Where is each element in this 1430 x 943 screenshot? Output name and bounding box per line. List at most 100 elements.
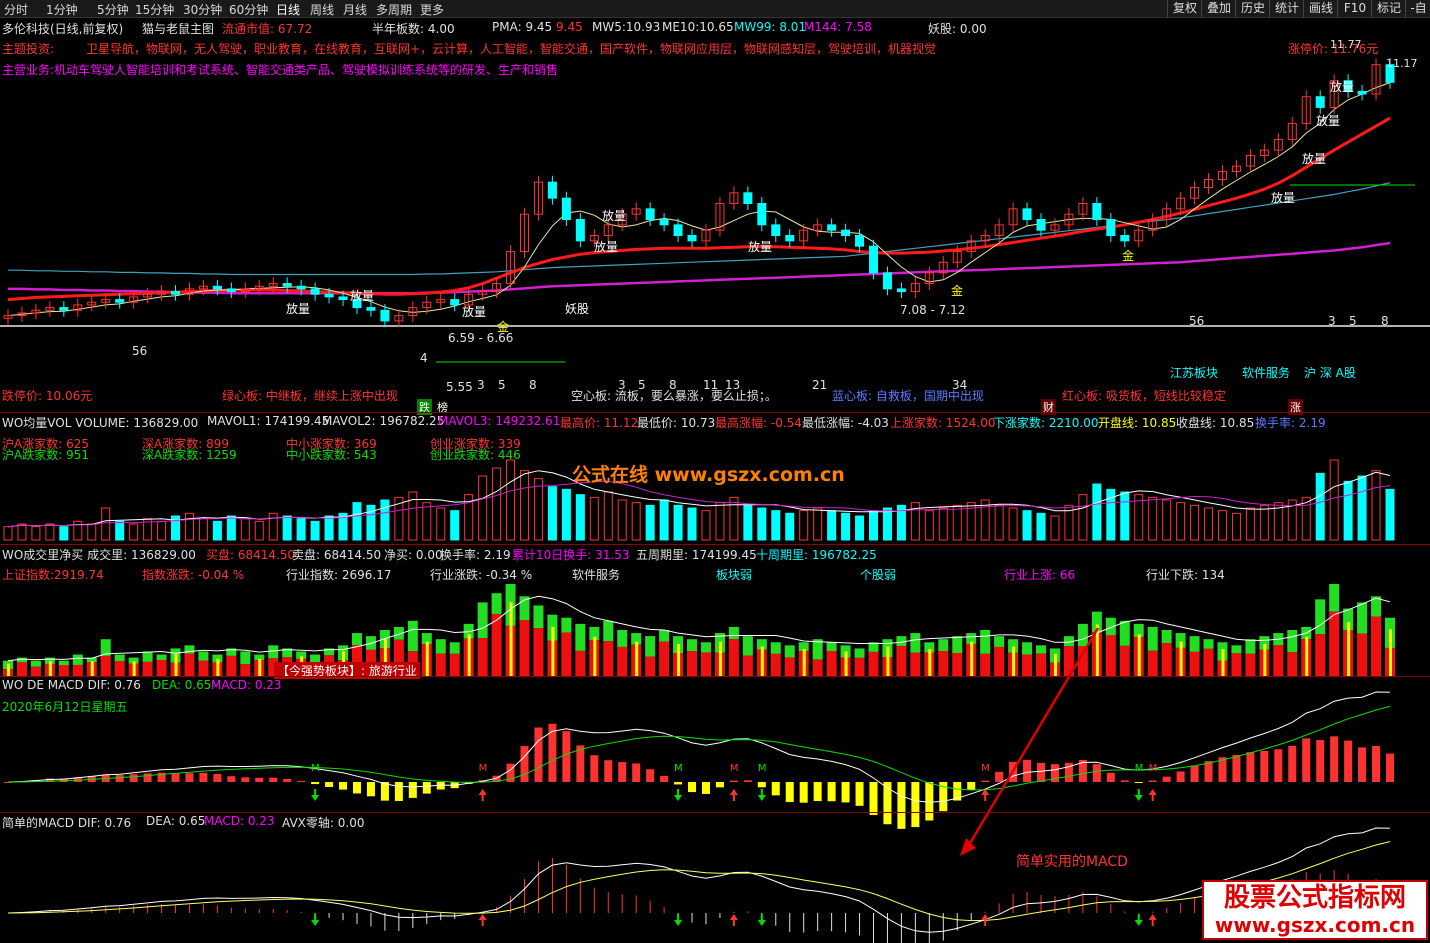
candle-body	[226, 288, 236, 293]
candle-body	[1315, 96, 1325, 108]
mavol1: 174199.45	[264, 414, 330, 428]
net-yellow-bar	[174, 653, 178, 676]
stock-name: 多伦科技(日线,前复权)	[2, 22, 124, 36]
sector-software[interactable]: 软件服务	[1242, 364, 1290, 381]
mavol2: 196782.25	[379, 414, 445, 428]
macd2-title[interactable]: 简单的MACD	[2, 816, 74, 830]
fangliang-3: 放量	[1302, 152, 1327, 166]
macd1-hist-bar	[729, 780, 738, 782]
macd1-hist-bar	[590, 755, 599, 782]
net-title[interactable]: WO成交里净买	[2, 548, 83, 562]
net-yellow-bar	[1263, 644, 1267, 676]
volume-bar	[1343, 480, 1353, 541]
fangliang-9: 放量	[286, 302, 311, 316]
macd1-hist-bar	[311, 782, 320, 785]
mavol2-label: MAVOL2:	[322, 414, 376, 428]
blue-board-note: 蓝心板: 自救板，国期中出现	[832, 389, 984, 403]
net-buy-bar	[1273, 645, 1284, 676]
candle-body	[547, 181, 557, 199]
net-sell-bar	[1357, 602, 1368, 634]
fangliang-7: 放量	[748, 240, 773, 254]
macd1-cross-marker: M	[479, 763, 488, 774]
net-sell-bar	[1161, 630, 1172, 644]
buy-label: 买盘:	[206, 548, 235, 562]
net-buy-bar	[72, 664, 83, 676]
volume-bar	[561, 488, 571, 541]
macd1-hist-bar	[1386, 753, 1394, 782]
net-yellow-bar	[718, 641, 722, 676]
macd1-hist-bar	[701, 782, 710, 794]
separator-2	[0, 544, 1430, 545]
net-yellow-bar	[677, 644, 681, 676]
sector-jiangsu[interactable]: 江苏板块	[1170, 364, 1218, 381]
net-buy-bar	[198, 660, 209, 676]
net-sell-bar	[1315, 599, 1326, 635]
macd1-hist-bar	[1023, 759, 1032, 782]
volume-bar	[352, 502, 362, 541]
net-sell-bar	[156, 654, 167, 660]
candle-body	[659, 219, 669, 226]
volume-bar	[1315, 472, 1325, 541]
net-label: 净买:	[384, 548, 413, 562]
volume-bar	[1329, 459, 1339, 541]
volume-bar	[296, 518, 306, 541]
macd1-hist-bar	[1358, 747, 1367, 782]
macd1-hist-bar	[422, 782, 431, 794]
net-buy-bar	[1161, 643, 1172, 676]
upcnt: 1524.00	[945, 416, 996, 430]
cross-arrow-icon	[311, 914, 320, 926]
mavol3: 149232.61	[495, 414, 561, 428]
macd2-dif-line	[7, 827, 1391, 933]
indicator-name[interactable]: 猫与老鼠主图	[142, 20, 214, 37]
net-buy-bar	[896, 646, 907, 676]
net-buy-bar	[519, 620, 530, 676]
pma-label: PMA:	[492, 20, 522, 34]
ind-label: 行业指数:	[286, 568, 339, 582]
net-buy-bar	[1315, 634, 1326, 676]
macd2-dea-line	[7, 841, 1391, 922]
volume-bar	[547, 486, 557, 541]
volume-bar	[994, 504, 1004, 541]
macd1-hist-bar	[1204, 761, 1213, 782]
close: 10.85	[1219, 416, 1255, 430]
volume-bar	[1162, 499, 1172, 541]
half-year-label: 半年板数:	[372, 22, 425, 36]
macd1-date: 2020年6月12日星期五	[2, 700, 128, 714]
net-sell-bar	[659, 630, 670, 642]
macd1-hist-bar	[967, 782, 976, 790]
candle-body	[827, 224, 837, 231]
macd1-title[interactable]: WO DE MACD	[2, 678, 84, 692]
net-buy-bar	[994, 646, 1005, 676]
fangliang-8: 放量	[350, 289, 375, 303]
net-yellow-bar	[1221, 649, 1225, 676]
cross-arrow-icon	[981, 914, 990, 926]
net-buy-bar	[477, 638, 488, 676]
net-buy-bar	[1147, 650, 1158, 676]
volume-bar	[59, 526, 69, 541]
net-buy-bar	[435, 653, 446, 676]
range-1: 6.59 - 6.66	[448, 331, 514, 345]
me10-label: ME10:	[662, 20, 700, 34]
high: 11.12	[603, 416, 639, 430]
macd1-hist-bar	[604, 760, 613, 782]
sector-hushen[interactable]: 沪 深 A股	[1304, 364, 1356, 381]
volume-bar	[1190, 504, 1200, 541]
net-buy-bar	[812, 659, 823, 676]
sme-dn: 543	[353, 448, 377, 462]
net-sell-bar	[30, 660, 41, 667]
candle-body	[338, 296, 348, 301]
count-3a: 3	[477, 378, 485, 392]
net-buy-bar	[561, 632, 572, 676]
price-last: 11.17	[1386, 57, 1418, 70]
count-8a: 8	[529, 378, 537, 392]
net-buy-bar	[687, 651, 698, 676]
cross-arrow-icon	[1134, 914, 1143, 926]
net-sell-bar	[1077, 623, 1088, 647]
volume-bar	[855, 515, 865, 541]
candle-body	[282, 283, 292, 287]
macd1-hist-bar	[813, 782, 822, 802]
vol-title[interactable]: WO均量VOL	[2, 416, 71, 430]
net-sell-bar	[645, 636, 656, 657]
net-yellow-bar	[258, 658, 262, 676]
candle-body	[868, 245, 878, 274]
